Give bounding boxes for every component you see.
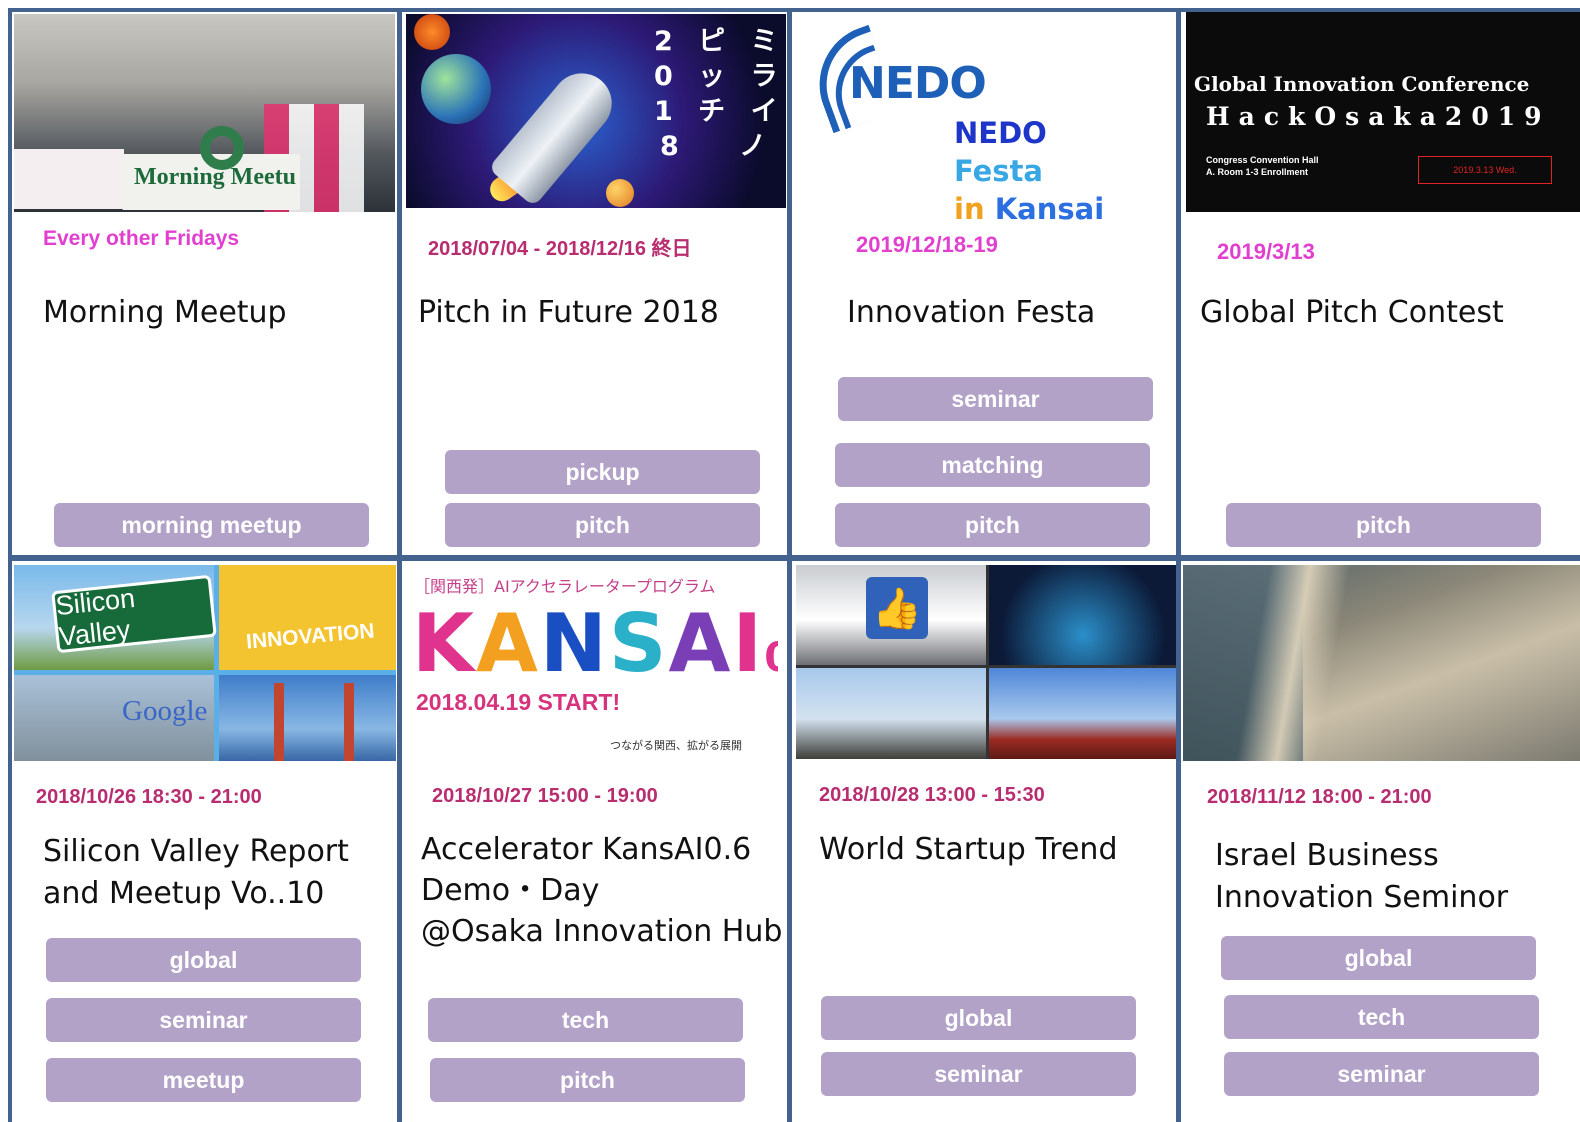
logo-letter: A: [668, 597, 733, 690]
event-title-line: Silicon Valley Report: [43, 834, 349, 869]
event-title-line: @Osaka Innovation Hub: [421, 914, 783, 949]
event-card-pitch-in-future[interactable]: 2 ピ ミ 0 ッ ラ 1 チ イ 8 ノ 2018/07/04 - 2018/…: [402, 12, 787, 555]
event-title-line: Global Pitch Contest: [1200, 295, 1504, 330]
tag-button[interactable]: seminar: [821, 1052, 1136, 1096]
tag-button[interactable]: morning meetup: [54, 503, 369, 547]
thumbnail-title: 2 ピ ミ 0 ッ ラ 1 チ イ 8 ノ: [654, 26, 786, 162]
event-date: 2019/12/18-19: [856, 232, 998, 257]
event-card-global-pitch-contest[interactable]: Global Innovation Conference HackOsaka20…: [1181, 12, 1580, 555]
thumbs-up-icon: 👍: [866, 577, 928, 639]
event-card-innovation-festa[interactable]: NEDO NEDO Festa in Kansai 2019/12/18-19 …: [792, 12, 1176, 555]
event-card-world-startup-trend[interactable]: 👍 2018/10/28 13:00 - 15:30 World Startup…: [792, 561, 1176, 1122]
event-title[interactable]: Israel Business Innovation Seminor: [1215, 835, 1508, 919]
event-title[interactable]: Accelerator KansAI0.6 Demo・Day @Osaka In…: [421, 829, 782, 952]
thumbnail-photo: [219, 565, 396, 670]
logo-letter: I: [732, 597, 765, 690]
thumbnail-photo: [796, 668, 986, 759]
thumbnail-heading: ［関西発］AIアクセラレータープログラム: [414, 577, 716, 596]
tag-button[interactable]: matching: [835, 443, 1150, 487]
event-title-line: Israel Business: [1215, 838, 1439, 873]
event-date: 2018/10/28 13:00 - 15:30: [819, 784, 1045, 806]
tag-button[interactable]: seminar: [46, 998, 361, 1042]
event-title-line: and Meetup Vo..10: [43, 876, 325, 911]
thumbnail-earth: [421, 54, 491, 124]
tag-button[interactable]: pitch: [835, 503, 1150, 547]
logo-letter: 0.: [764, 635, 778, 681]
tag-button[interactable]: pitch: [430, 1058, 745, 1102]
thumbnail-word: Google: [122, 695, 208, 727]
event-thumbnail[interactable]: ［関西発］AIアクセラレータープログラム KANSAI0. 2018.04.19…: [408, 565, 778, 761]
tag-button[interactable]: seminar: [838, 377, 1153, 421]
event-date: Every other Fridays: [43, 227, 240, 250]
event-title-line: Pitch in Future 2018: [418, 295, 719, 330]
logo-letter: K: [412, 597, 476, 690]
tag-button[interactable]: meetup: [46, 1058, 361, 1102]
event-title-line: World Startup Trend: [819, 832, 1118, 867]
event-thumbnail[interactable]: 👍: [796, 565, 1176, 759]
nedo-logo: NEDO: [849, 58, 987, 109]
thumbnail-start: 2018.04.19 START!: [416, 689, 621, 715]
event-title-line: Demo・Day: [421, 873, 600, 908]
event-title[interactable]: Global Pitch Contest: [1200, 292, 1504, 334]
event-thumbnail[interactable]: Silicon Valley INNOVATION Google: [14, 565, 396, 761]
thumbnail-photo: [989, 565, 1176, 665]
event-date: 2018/11/12 18:00 - 21:00: [1207, 786, 1432, 808]
logo-letter: A: [476, 597, 540, 690]
thumbnail-heading: Global Innovation Conference: [1194, 72, 1530, 96]
tag-button[interactable]: global: [821, 996, 1136, 1040]
tag-button[interactable]: global: [46, 938, 361, 982]
event-date: 2018/10/27 15:00 - 19:00: [432, 785, 658, 807]
thumbnail-sign: [14, 149, 124, 209]
event-title-line: Accelerator KansAI0.6: [421, 832, 752, 867]
logo-letter: S: [608, 597, 669, 690]
rocket-icon: [488, 61, 624, 207]
thumbnail-banner-text: Morning Meetu: [134, 164, 296, 190]
tag-button[interactable]: pickup: [445, 450, 760, 494]
event-title-line: Morning Meetup: [43, 295, 287, 330]
thumbnail-logo: KANSAI0.: [412, 599, 778, 703]
thumbnail-datebox: 2019.3.13 Wed.: [1418, 156, 1552, 184]
tag-button[interactable]: global: [1221, 936, 1536, 980]
event-thumbnail[interactable]: [1183, 565, 1580, 761]
thumbnail-subtitle: つながる関西、拡がる展開: [610, 739, 742, 752]
thumbnail-line: in Kansai: [954, 192, 1104, 226]
thumbnail-name: HackOsaka2019: [1206, 102, 1551, 131]
tag-button[interactable]: pitch: [445, 503, 760, 547]
event-title[interactable]: Silicon Valley Report and Meetup Vo..10: [43, 831, 349, 915]
logo-letter: N: [539, 597, 609, 690]
event-card-silicon-valley-report[interactable]: Silicon Valley INNOVATION Google 2018/10…: [12, 561, 397, 1122]
event-card-israel-business[interactable]: 2018/11/12 18:00 - 21:00 Israel Business…: [1181, 561, 1580, 1122]
bridge-tower: [344, 683, 354, 761]
event-title[interactable]: Pitch in Future 2018: [418, 292, 719, 334]
thumbnail-planet: [606, 179, 634, 207]
event-date: 2019/3/13: [1217, 239, 1315, 264]
bridge-tower: [274, 683, 284, 761]
event-date: 2018/07/04 - 2018/12/16 終日: [428, 238, 692, 260]
tag-button[interactable]: pitch: [1226, 503, 1541, 547]
tag-button[interactable]: seminar: [1224, 1052, 1539, 1096]
thumbnail-word: in: [954, 192, 985, 226]
event-thumbnail[interactable]: 2 ピ ミ 0 ッ ラ 1 チ イ 8 ノ: [406, 14, 786, 208]
event-thumbnail[interactable]: NEDO NEDO Festa in Kansai: [794, 14, 1174, 226]
thumbnail-photo: [989, 668, 1176, 759]
tag-button[interactable]: tech: [428, 998, 743, 1042]
tag-button[interactable]: tech: [1224, 995, 1539, 1039]
thumbnail-venue: Congress Convention Hall A. Room 1-3 Enr…: [1206, 155, 1319, 177]
event-title[interactable]: Morning Meetup: [43, 292, 287, 334]
event-title-line: Innovation Festa: [847, 295, 1096, 330]
event-thumbnail[interactable]: Morning Meetu: [14, 14, 395, 212]
thumbnail-word: Kansai: [994, 192, 1105, 226]
thumbnail-photo: [219, 675, 396, 761]
thumbnail-planet: [414, 14, 450, 50]
event-title[interactable]: World Startup Trend: [819, 829, 1118, 871]
event-thumbnail[interactable]: Global Innovation Conference HackOsaka20…: [1186, 12, 1580, 212]
event-title[interactable]: Innovation Festa: [847, 292, 1095, 334]
thumbnail-line: NEDO: [954, 116, 1047, 150]
event-title-line: Innovation Seminor: [1215, 880, 1509, 915]
event-card-morning-meetup[interactable]: Morning Meetu Every other Fridays Mornin…: [12, 12, 397, 555]
event-date: 2018/10/26 18:30 - 21:00: [36, 786, 262, 808]
thumbnail-line: Festa: [954, 154, 1043, 188]
event-card-accelerator-kansai[interactable]: ［関西発］AIアクセラレータープログラム KANSAI0. 2018.04.19…: [402, 561, 787, 1122]
